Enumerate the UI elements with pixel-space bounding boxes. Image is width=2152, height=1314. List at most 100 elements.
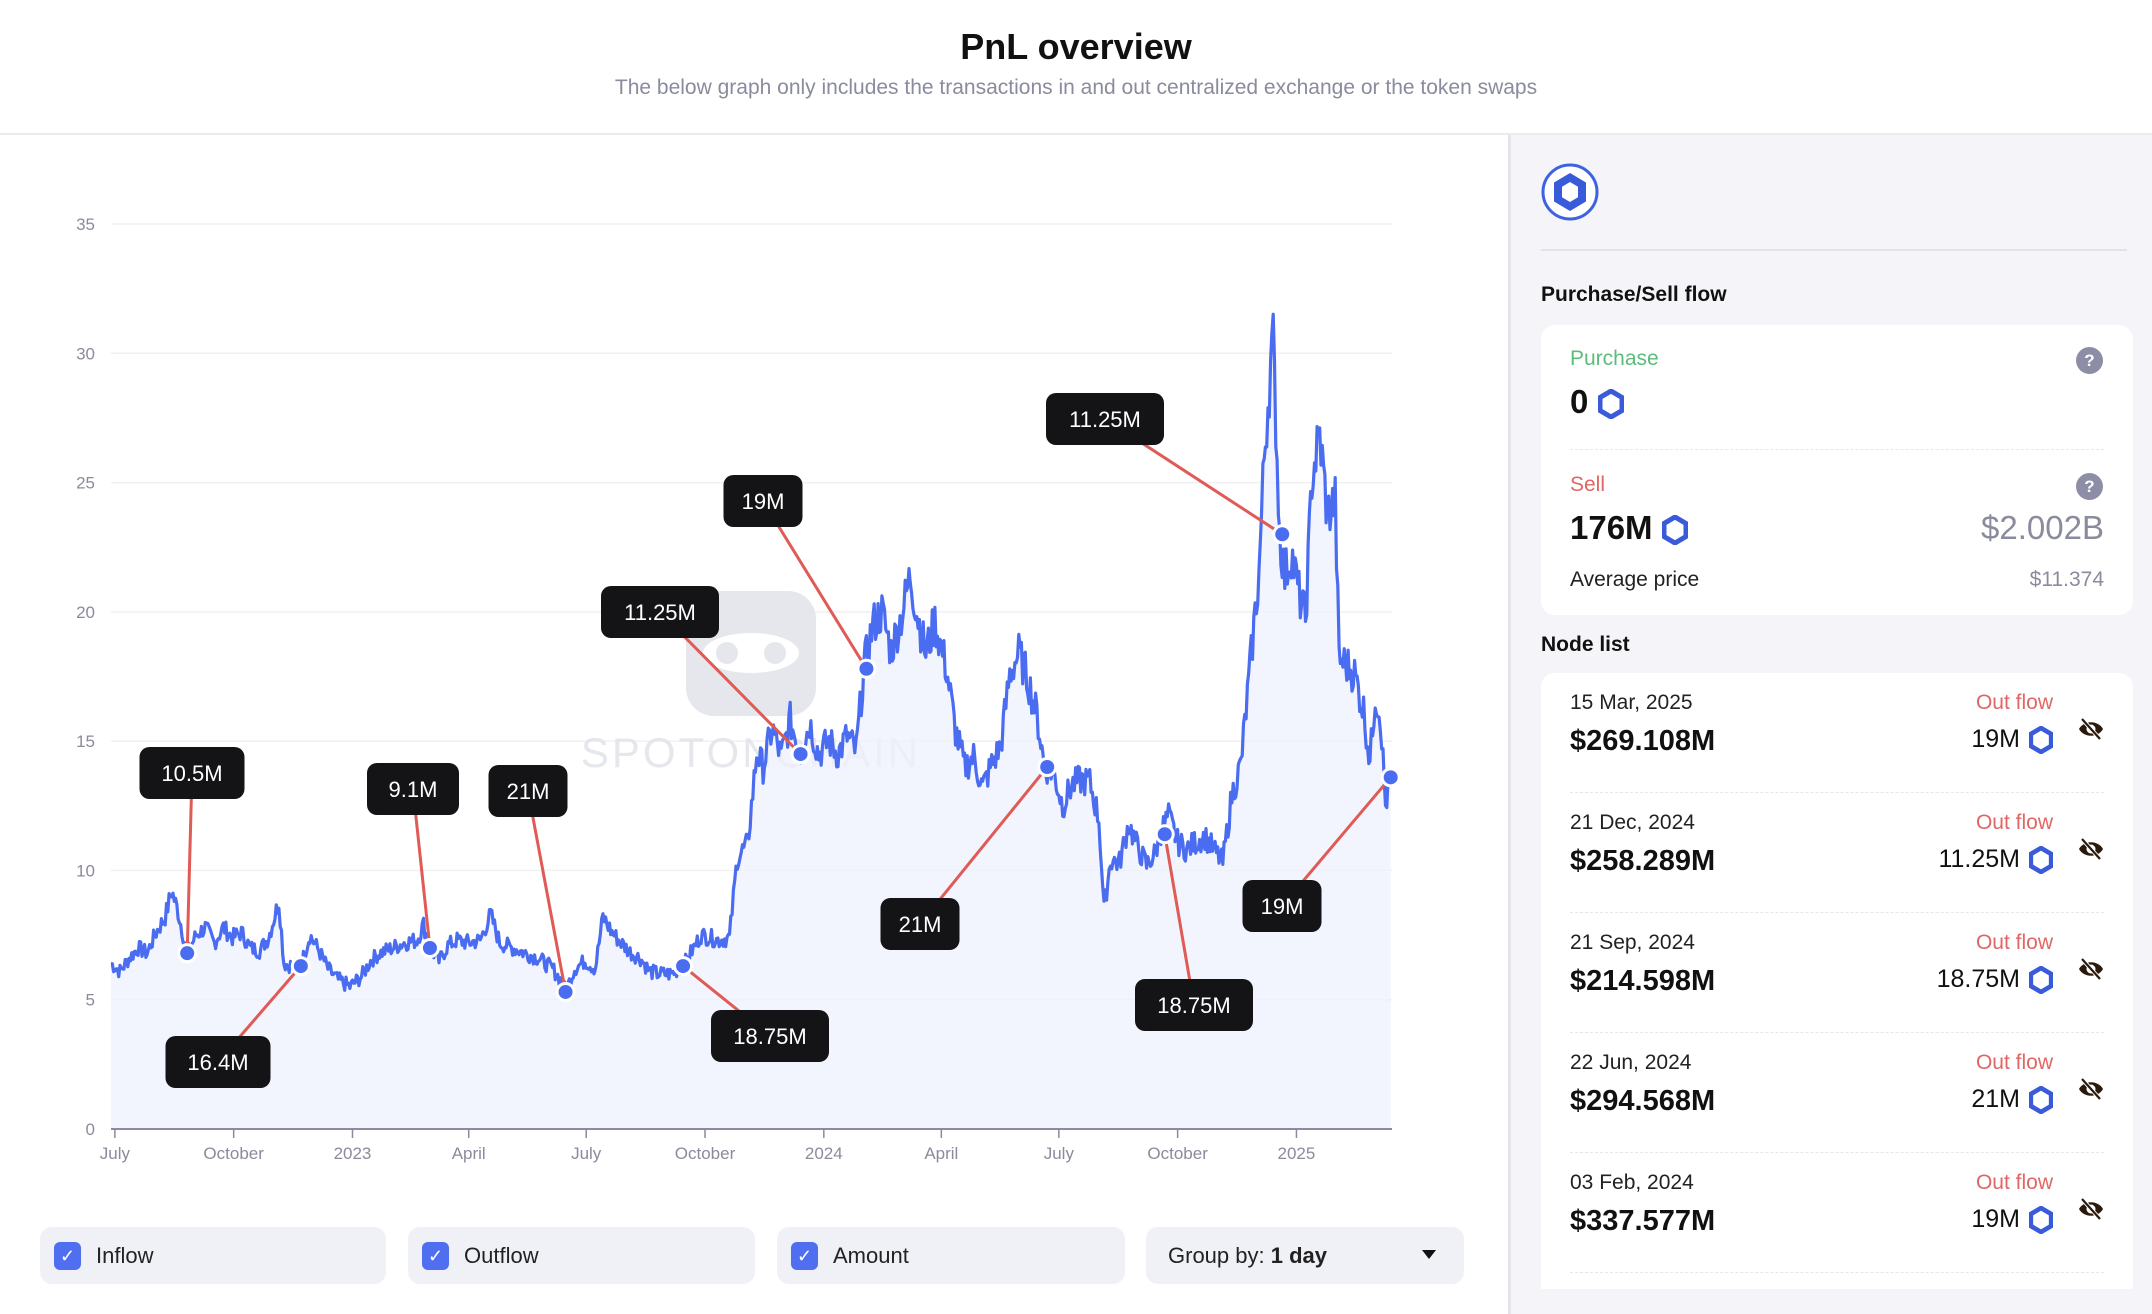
inflow-toggle[interactable]: ✓ Inflow — [40, 1227, 386, 1284]
node-amount-value: 19M — [1971, 1205, 2020, 1233]
outflow-toggle[interactable]: ✓ Outflow — [408, 1227, 755, 1284]
sell-label: Sell — [1570, 473, 1606, 496]
node-usd-value: $258.289M — [1570, 845, 1716, 877]
page-title: PnL overview — [960, 26, 1192, 67]
annotation-label: 19M — [1242, 880, 1322, 932]
amount-checkbox[interactable]: ✓ — [791, 1242, 818, 1270]
purchase-amount-value: 0 — [1570, 383, 1589, 420]
eye-slash-icon[interactable] — [2077, 1197, 2105, 1221]
purchase-amount: 0 — [1570, 383, 1624, 421]
node-token-amount: 11.25M — [1938, 845, 2053, 874]
node-amount-value: 19M — [1971, 725, 2020, 753]
page-subtitle: The below graph only includes the transa… — [614, 76, 1538, 99]
group-by-value: 1 day — [1270, 1243, 1327, 1268]
eye-slash-icon[interactable] — [2077, 1077, 2105, 1101]
sell-amount-value: 176M — [1570, 509, 1653, 546]
outflow-checkbox[interactable]: ✓ — [422, 1242, 449, 1270]
card-divider — [1570, 449, 2104, 450]
node-list-item[interactable]: 22 Jun, 2024 $294.568M Out flow 21M — [1541, 1033, 2133, 1153]
x-tick-label: July — [1044, 1144, 1075, 1163]
annotation-label: 11.25M — [1046, 393, 1164, 445]
chainlink-hex-icon — [2029, 1205, 2053, 1234]
node-flow-type: Out flow — [1975, 1051, 2053, 1074]
x-tick-label: 2023 — [334, 1144, 372, 1163]
purchase-help-icon[interactable]: ? — [2076, 347, 2103, 374]
node-date: 22 Jun, 2024 — [1570, 1051, 1692, 1074]
sidebar: Purchase/Sell flow Purchase ? 0 Sell ? 1… — [1508, 135, 2152, 1314]
node-token-amount: 18.75M — [1937, 965, 2053, 994]
annotation-label-text: 19M — [1261, 894, 1304, 919]
y-tick-label: 0 — [86, 1120, 95, 1139]
annotation-label: 11.25M — [601, 586, 719, 638]
annotation-label-text: 19M — [742, 489, 785, 514]
annotation-point — [1380, 767, 1401, 788]
annotation-label-text: 18.75M — [1157, 993, 1230, 1018]
x-tick-label: April — [452, 1144, 486, 1163]
watermark-ring-icon — [716, 642, 738, 664]
y-tick-label: 30 — [76, 344, 95, 363]
x-tick-label: July — [100, 1144, 131, 1163]
x-tick-label: April — [924, 1144, 958, 1163]
annotation-label-text: 16.4M — [187, 1050, 248, 1075]
amount-toggle[interactable]: ✓ Amount — [777, 1227, 1125, 1284]
annotation-label: 21M — [880, 898, 960, 950]
x-tick-label: July — [571, 1144, 602, 1163]
annotation-label-text: 10.5M — [161, 761, 222, 786]
annotation-point — [1272, 524, 1293, 545]
annotation-point — [790, 744, 811, 765]
average-price-label: Average price — [1570, 568, 1700, 591]
annotation-point — [177, 943, 198, 964]
x-tick-label: 2025 — [1278, 1144, 1316, 1163]
x-tick-label: October — [1147, 1144, 1208, 1163]
group-by-prefix: Group by: — [1168, 1243, 1265, 1268]
group-by-dropdown[interactable]: Group by: 1 day — [1146, 1227, 1464, 1284]
node-list-item[interactable]: 21 Dec, 2024 $258.289M Out flow 11.25M — [1541, 793, 2133, 913]
sidebar-divider — [1541, 249, 2127, 251]
node-amount-value: 11.25M — [1938, 845, 2020, 873]
chainlink-hex-icon — [2029, 725, 2053, 754]
annotation-label-text: 21M — [507, 779, 550, 804]
sell-usd-total: $2.002B — [1981, 509, 2104, 546]
chainlink-hex-icon — [1661, 515, 1688, 546]
annotation-label: 19M — [723, 475, 803, 527]
node-usd-value: $337.577M — [1570, 1205, 1716, 1237]
y-tick-label: 10 — [76, 861, 95, 880]
inflow-checkbox[interactable]: ✓ — [54, 1242, 81, 1270]
node-flow-type: Out flow — [1975, 1171, 2053, 1194]
node-list-item[interactable]: 21 Sep, 2024 $214.598M Out flow 18.75M — [1541, 913, 2133, 1033]
y-tick-label: 15 — [76, 732, 95, 751]
node-usd-value: $214.598M — [1570, 965, 1716, 997]
node-list-item[interactable]: 15 Mar, 2025 $269.108M Out flow 19M — [1541, 673, 2133, 793]
node-date: 15 Mar, 2025 — [1570, 691, 1693, 714]
node-amount-value: 21M — [1971, 1085, 2020, 1113]
node-list-item[interactable]: 03 Feb, 2024 $337.577M Out flow 19M — [1541, 1153, 2133, 1273]
pnl-line-chart[interactable]: 05101520253035 SPOTONCHAIN July October 20… — [0, 135, 1508, 1225]
annotation-label: 10.5M — [139, 747, 245, 799]
node-token-amount: 19M — [1971, 725, 2053, 754]
node-list: 15 Mar, 2025 $269.108M Out flow 19M 21 D… — [1541, 673, 2133, 1289]
average-price-value: $11.374 — [2029, 568, 2104, 591]
annotation-label: 18.75M — [1135, 979, 1253, 1031]
node-usd-value: $269.108M — [1570, 725, 1716, 757]
node-divider — [1570, 1272, 2104, 1273]
inflow-label: Inflow — [96, 1243, 154, 1268]
annotation-point — [673, 956, 694, 977]
y-tick-label: 20 — [76, 603, 95, 622]
sell-help-icon[interactable]: ? — [2076, 473, 2103, 500]
purchase-label: Purchase — [1570, 347, 1659, 370]
page-header: PnL overview The below graph only includ… — [0, 0, 2152, 135]
annotation-connector — [185, 772, 194, 954]
eye-slash-icon[interactable] — [2077, 837, 2105, 861]
node-usd-value: $294.568M — [1570, 1085, 1716, 1117]
node-date: 21 Dec, 2024 — [1570, 811, 1695, 834]
annotation-label: 18.75M — [711, 1010, 829, 1062]
eye-slash-icon[interactable] — [2077, 957, 2105, 981]
eye-slash-icon[interactable] — [2077, 717, 2105, 741]
sell-amount: 176M — [1570, 509, 1688, 547]
node-list-title: Node list — [1541, 633, 1630, 656]
chainlink-hex-icon — [2029, 1085, 2053, 1114]
chainlink-hex-icon — [2029, 845, 2053, 874]
node-flow-type: Out flow — [1975, 691, 2053, 714]
annotation-point — [1154, 824, 1175, 845]
annotation-label-text: 11.25M — [624, 600, 696, 625]
